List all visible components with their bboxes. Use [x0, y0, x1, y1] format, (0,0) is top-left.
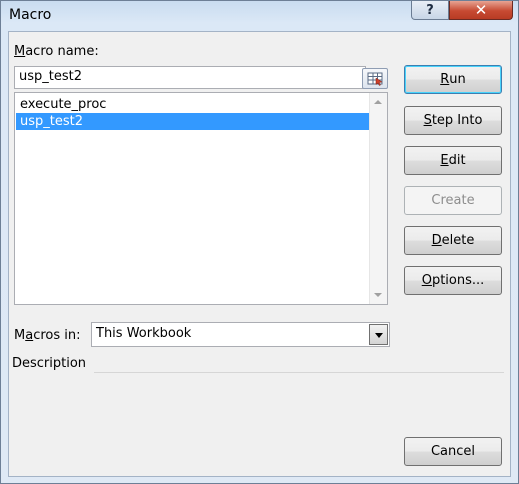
- run-button[interactable]: Run: [404, 65, 502, 94]
- create-button[interactable]: Create: [404, 186, 502, 215]
- macro-list[interactable]: execute_proc usp_test2: [14, 92, 388, 305]
- refedit-icon: [367, 72, 383, 86]
- chevron-down-icon[interactable]: [369, 324, 388, 345]
- help-icon: ?: [426, 2, 434, 18]
- description-divider: [94, 372, 504, 373]
- list-item[interactable]: execute_proc: [16, 96, 371, 113]
- macro-name-input[interactable]: usp_test2: [14, 66, 366, 89]
- collapse-dialog-button[interactable]: [362, 68, 388, 89]
- help-button[interactable]: ?: [411, 1, 449, 20]
- macros-in-value: This Workbook: [96, 326, 192, 341]
- close-button[interactable]: ✕: [449, 1, 513, 20]
- cancel-button[interactable]: Cancel: [404, 437, 502, 466]
- macros-in-select[interactable]: This Workbook: [91, 322, 390, 347]
- step-into-button[interactable]: Step Into: [404, 106, 502, 135]
- macros-in-label: Macros in:: [14, 328, 81, 343]
- macro-dialog: Macro ? ✕ Macro name: usp_test2 execute_…: [0, 0, 519, 484]
- scroll-up-icon[interactable]: [374, 100, 382, 104]
- dialog-body: Macro name: usp_test2 execute_proc usp_t…: [8, 31, 511, 477]
- title-bar: Macro ? ✕: [1, 1, 518, 31]
- scroll-down-icon[interactable]: [374, 293, 382, 297]
- close-icon: ✕: [474, 1, 488, 19]
- delete-button[interactable]: Delete: [404, 226, 502, 255]
- edit-button[interactable]: Edit: [404, 146, 502, 175]
- macro-name-label: Macro name:: [14, 44, 99, 59]
- description-label: Description: [12, 356, 87, 371]
- options-button[interactable]: Options...: [404, 266, 502, 295]
- list-item-selected[interactable]: usp_test2: [16, 113, 371, 130]
- macro-list-scrollbar[interactable]: [369, 93, 387, 304]
- dialog-title: Macro: [9, 7, 52, 23]
